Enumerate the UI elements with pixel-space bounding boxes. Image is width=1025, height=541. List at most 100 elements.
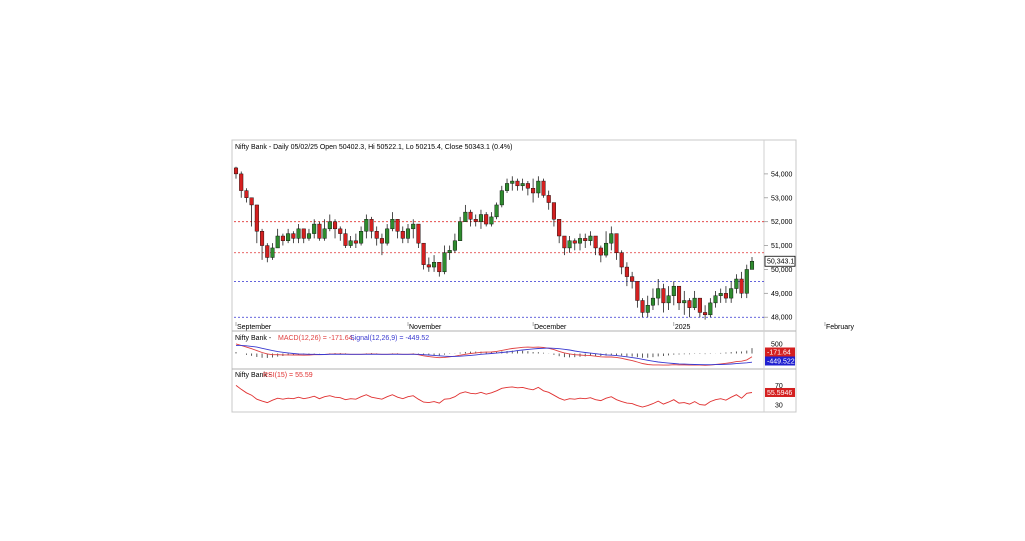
candle-body: [708, 302, 713, 316]
candle-body: [723, 293, 728, 299]
candle-body: [510, 180, 515, 184]
candle-body: [593, 235, 598, 249]
candle-body: [432, 262, 437, 268]
candle-body: [677, 285, 682, 304]
candle-body: [405, 228, 411, 239]
candle-body: [291, 233, 296, 239]
candle-body: [650, 297, 655, 306]
candle-body: [583, 238, 588, 241]
candle-body: [572, 240, 577, 244]
candle-body: [718, 293, 723, 296]
candle-body: [249, 197, 254, 206]
candle: [744, 264, 749, 299]
date-label: November: [409, 324, 442, 331]
candle-body: [484, 214, 489, 225]
candle-body: [541, 180, 546, 196]
candle-body: [749, 261, 755, 270]
price-panel-title: Nifty Bank - Daily 05/02/25 Open 50402.3…: [235, 144, 512, 151]
candle-body: [437, 262, 442, 273]
candle-body: [270, 247, 275, 258]
last-price-marker: 50,343.1: [764, 255, 796, 267]
candle-body: [458, 221, 463, 241]
candle-body: [604, 242, 609, 256]
chart-svg: Nifty Bank - Daily 05/02/25 Open 50402.3…: [231, 139, 855, 413]
candle-body: [353, 240, 358, 244]
candle-body: [333, 221, 338, 230]
candle: [317, 221, 322, 241]
chart-frame: [231, 139, 797, 413]
candle-body: [567, 240, 572, 249]
candle-body: [338, 228, 343, 234]
candle-body: [562, 235, 567, 249]
candle-body: [343, 233, 348, 246]
candle-body: [348, 240, 353, 246]
date-label: December: [534, 324, 567, 331]
price-tick-label: 48,000: [771, 315, 793, 322]
candle-body: [317, 223, 322, 239]
candle-body: [619, 252, 624, 268]
price-tick-label: 53,000: [771, 195, 793, 202]
candle-body: [614, 233, 619, 253]
candle-body: [442, 252, 447, 273]
candle-body: [682, 300, 687, 304]
candle-body: [505, 183, 510, 191]
signal-panel-label: Signal(12,26,9) = -449.52: [350, 335, 429, 342]
candle-body: [473, 219, 478, 222]
candle-body: [306, 233, 311, 239]
candle-body: [369, 219, 374, 232]
candle-body: [416, 223, 421, 244]
date-label: 2025: [675, 324, 691, 331]
candle-body: [692, 297, 697, 308]
candle-body: [280, 235, 285, 241]
candle-body: [395, 219, 400, 232]
candle-body: [447, 250, 452, 253]
candle-body: [551, 202, 556, 220]
candle-body: [478, 214, 483, 222]
candle-body: [385, 228, 390, 244]
candle-body: [244, 190, 249, 198]
candle: [494, 202, 499, 220]
candle-body: [635, 281, 640, 301]
candle-body: [327, 221, 332, 230]
candle-body: [379, 238, 384, 244]
candle-body: [426, 264, 431, 268]
candle-body: [703, 312, 708, 316]
candle-body: [598, 247, 603, 256]
candle-body: [713, 295, 718, 304]
candle-body: [729, 288, 734, 299]
candle-body: [645, 305, 650, 313]
candle-body: [390, 219, 395, 230]
candle-body: [557, 219, 562, 237]
candle-body: [260, 231, 265, 246]
candle-body: [531, 188, 536, 194]
price-tick-label: 51,000: [771, 243, 793, 250]
rsi-tick-label: 30: [775, 403, 783, 410]
candle-body: [609, 233, 614, 244]
candle-body: [421, 242, 426, 265]
candle-body: [265, 245, 270, 258]
candle-body: [254, 204, 259, 232]
candle-body: [515, 180, 520, 187]
macd-value-label: -449.522: [767, 359, 795, 366]
candle-body: [499, 190, 504, 206]
macd-tick-label: 500: [771, 341, 783, 348]
chart-container: Nifty Bank - Daily 05/02/25 Open 50402.3…: [0, 0, 1025, 536]
candle-body: [494, 204, 499, 218]
date-label: September: [237, 324, 272, 331]
price-tick-label: 54,000: [771, 171, 793, 178]
last-price-label: 50,343.1: [767, 259, 794, 266]
macd-panel-label: MACD(12,26) = -171.64,: [278, 335, 355, 342]
candle-body: [687, 300, 692, 308]
date-label: February: [826, 324, 855, 331]
candle-body: [661, 288, 666, 304]
candle-body: [452, 240, 457, 251]
price-tick-label: 50,000: [771, 267, 793, 274]
candle-body: [312, 223, 317, 234]
candle-body: [239, 173, 244, 191]
candle-body: [296, 228, 301, 239]
macd-panel-label-prefix: Nifty Bank -: [235, 335, 272, 342]
macd-value-label: -171.64: [767, 350, 791, 357]
candle-body: [577, 238, 583, 244]
candle-body: [359, 231, 364, 244]
candle-body: [463, 211, 468, 222]
